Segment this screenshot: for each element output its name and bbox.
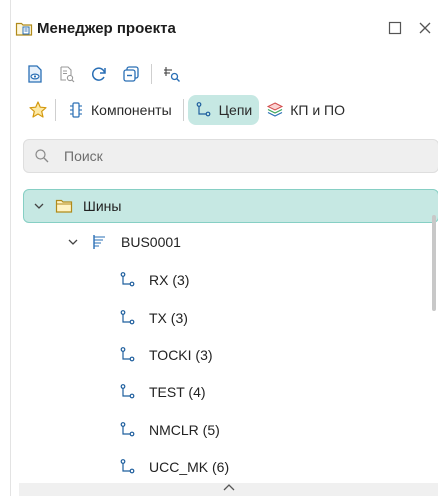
net-label: NMCLR (5) [149, 422, 220, 438]
tab-nets[interactable]: Цепи [187, 95, 260, 125]
tree-item-net[interactable]: TEST (4) [23, 375, 438, 409]
search-box[interactable] [23, 139, 438, 173]
tree-item-buses[interactable]: Шины [23, 189, 438, 223]
tree-item-label: BUS0001 [121, 234, 181, 250]
collapse-all-button[interactable] [119, 62, 143, 86]
net-label: UCC_MK (6) [149, 459, 230, 475]
doc-search-icon [60, 66, 75, 83]
maximize-icon [388, 21, 402, 35]
tab-nets-label: Цепи [218, 102, 253, 118]
maximize-button[interactable] [383, 16, 407, 40]
filter-search-button[interactable] [160, 62, 184, 86]
tree-item-net[interactable]: UCC_MK (6) [23, 450, 438, 484]
tree-item-net[interactable]: RX (3) [23, 263, 438, 297]
chevron-up-icon [223, 484, 235, 491]
tree-item-net[interactable]: TX (3) [23, 301, 438, 335]
net-label: TEST (4) [149, 384, 206, 400]
net-label: TOCKI (3) [149, 347, 213, 363]
tab-components[interactable]: Компоненты [60, 95, 179, 125]
net-icon [195, 101, 213, 119]
star-icon [29, 101, 47, 118]
panel-title: Менеджер проекта [37, 20, 176, 37]
net-icon [119, 383, 137, 401]
view-doc-icon [28, 65, 42, 83]
vertical-scrollbar[interactable] [432, 215, 436, 311]
close-button[interactable] [413, 16, 437, 40]
tab-kp-po[interactable]: КП и ПО [259, 95, 352, 125]
tab-divider [182, 99, 184, 121]
tab-components-label: Компоненты [91, 102, 172, 118]
component-icon [67, 101, 85, 119]
search-input[interactable] [64, 148, 404, 164]
toolbar-divider [151, 64, 152, 84]
title-bar: Менеджер проекта [11, 12, 438, 46]
net-icon [119, 346, 137, 364]
folder-doc-icon [15, 19, 33, 37]
close-icon [419, 22, 431, 34]
refresh-button[interactable] [87, 62, 111, 86]
project-manager-panel: Менеджер проекта Компоненты Цепи КП и ПО… [10, 0, 438, 496]
doc-search-button[interactable] [55, 62, 79, 86]
favorites-button[interactable] [25, 95, 51, 125]
tab-kp-po-label: КП и ПО [290, 102, 345, 118]
filter-search-icon [164, 67, 180, 82]
bus-icon [91, 233, 109, 251]
scroll-up-bar[interactable] [19, 483, 438, 496]
refresh-icon [91, 67, 106, 81]
chevron-down-icon[interactable] [65, 234, 81, 250]
chevron-down-icon[interactable] [31, 198, 47, 214]
nets-tree: Шины BUS0001 RX (3) TX (3) TOCKI (3) TES… [23, 189, 438, 496]
net-label: RX (3) [149, 272, 190, 288]
view-doc-button[interactable] [23, 62, 47, 86]
net-icon [119, 458, 137, 476]
tree-item-label: Шины [83, 198, 122, 214]
tab-bar: Компоненты Цепи КП и ПО [25, 95, 352, 125]
search-icon [34, 148, 50, 164]
layers-icon [266, 101, 284, 119]
folder-icon [55, 197, 73, 215]
collapse-all-icon [123, 66, 139, 82]
net-label: TX (3) [149, 310, 188, 326]
tab-divider [55, 99, 56, 121]
tree-item-net[interactable]: NMCLR (5) [23, 413, 438, 447]
net-icon [119, 271, 137, 289]
net-icon [119, 421, 137, 439]
toolbar [23, 62, 192, 86]
net-icon [119, 309, 137, 327]
tree-item-bus[interactable]: BUS0001 [23, 225, 438, 259]
tree-item-net[interactable]: TOCKI (3) [23, 338, 438, 372]
